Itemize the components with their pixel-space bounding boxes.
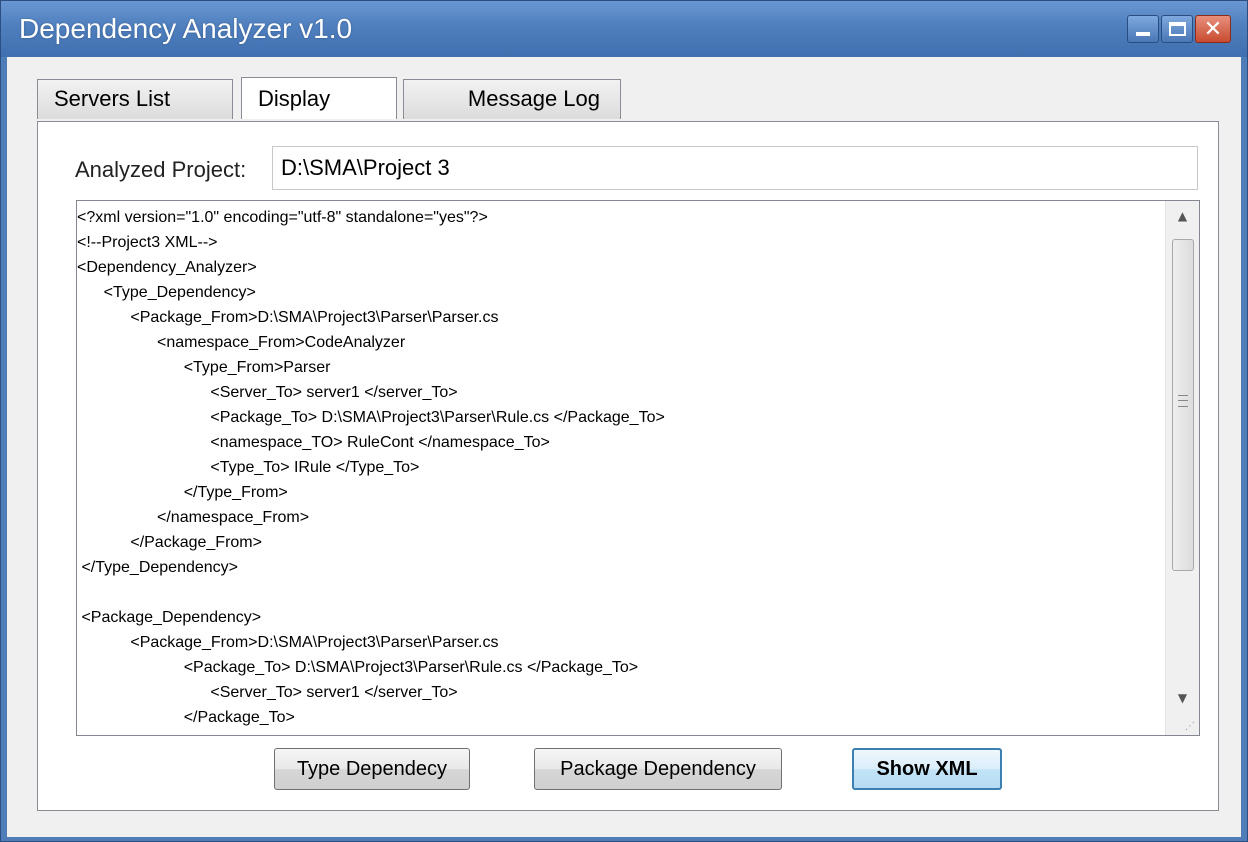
xml-line: <Package_From>D:\SMA\Project3\Parser\Par…	[77, 309, 499, 326]
package-dependency-button[interactable]: Package Dependency	[534, 748, 782, 790]
analyzed-project-field[interactable]	[272, 146, 1198, 190]
close-button[interactable]: ✕	[1195, 15, 1231, 43]
xml-line: <Package_To> D:\SMA\Project3\Parser\Rule…	[77, 659, 639, 676]
xml-line: <Type_Dependency>	[77, 284, 256, 301]
xml-line	[77, 580, 1167, 605]
xml-line: </Package_From>	[77, 534, 262, 551]
xml-line: </Type_From>	[77, 484, 288, 501]
show-xml-button[interactable]: Show XML	[852, 748, 1002, 790]
xml-line: <Package_To> D:\SMA\Project3\Parser\Rule…	[77, 730, 1167, 735]
xml-line: <Server_To> server1 </server_To>	[77, 684, 458, 701]
xml-line: <!--Project3 XML-->	[77, 234, 218, 251]
scroll-thumb[interactable]	[1172, 239, 1194, 571]
xml-line: <?xml version="1.0" encoding="utf-8" sta…	[77, 209, 488, 226]
xml-line: <Type_To> IRule </Type_To>	[77, 459, 420, 476]
title-bar[interactable]: Dependency Analyzer v1.0 ✕	[1, 1, 1247, 57]
xml-line: </namespace_From>	[77, 509, 310, 526]
scroll-up-icon[interactable]: ▲	[1166, 201, 1199, 231]
xml-line: <namespace_From>CodeAnalyzer	[77, 334, 406, 351]
xml-line: </Package_To>	[77, 709, 295, 726]
analyzed-project-label: Analyzed Project:	[75, 157, 247, 182]
xml-line: <Package_To> D:\SMA\Project3\Parser\Rule…	[77, 409, 665, 426]
close-icon: ✕	[1203, 17, 1223, 42]
xml-line: </Type_Dependency>	[77, 559, 239, 576]
minimize-icon	[1136, 32, 1150, 36]
xml-line: <Package_From>D:\SMA\Project3\Parser\Par…	[77, 634, 499, 651]
grip-icon	[1178, 395, 1188, 407]
maximize-icon	[1169, 22, 1186, 36]
window-title: Dependency Analyzer v1.0	[19, 13, 353, 44]
display-panel: Analyzed Project: <?xml version="1.0" en…	[37, 121, 1219, 811]
window-controls: ✕	[1127, 15, 1231, 43]
maximize-button[interactable]	[1161, 15, 1193, 43]
minimize-button[interactable]	[1127, 15, 1159, 43]
client-area: Servers List Display Message Log Analyze…	[7, 57, 1241, 837]
resize-grip-icon[interactable]: ⋰	[1185, 722, 1195, 732]
type-dependency-button[interactable]: Type Dependecy	[274, 748, 470, 790]
xml-line: <Server_To> server1 </server_To>	[77, 384, 458, 401]
xml-line: <Dependency_Analyzer>	[77, 259, 257, 276]
vertical-scrollbar[interactable]: ▲ ▼	[1165, 201, 1199, 735]
xml-output-textarea[interactable]: <?xml version="1.0" encoding="utf-8" sta…	[76, 200, 1200, 736]
tab-servers-list[interactable]: Servers List	[37, 79, 233, 119]
xml-line: <namespace_TO> RuleCont </namespace_To>	[77, 434, 550, 451]
xml-line: <Type_From>Parser	[77, 359, 331, 376]
xml-line: <Package_Dependency>	[77, 609, 262, 626]
tab-display[interactable]: Display	[241, 77, 397, 119]
app-window: Dependency Analyzer v1.0 ✕ Servers List …	[0, 0, 1248, 842]
tab-message-log[interactable]: Message Log	[403, 79, 621, 119]
scroll-down-icon[interactable]: ▼	[1166, 683, 1199, 713]
xml-lines: <?xml version="1.0" encoding="utf-8" sta…	[77, 205, 1167, 735]
